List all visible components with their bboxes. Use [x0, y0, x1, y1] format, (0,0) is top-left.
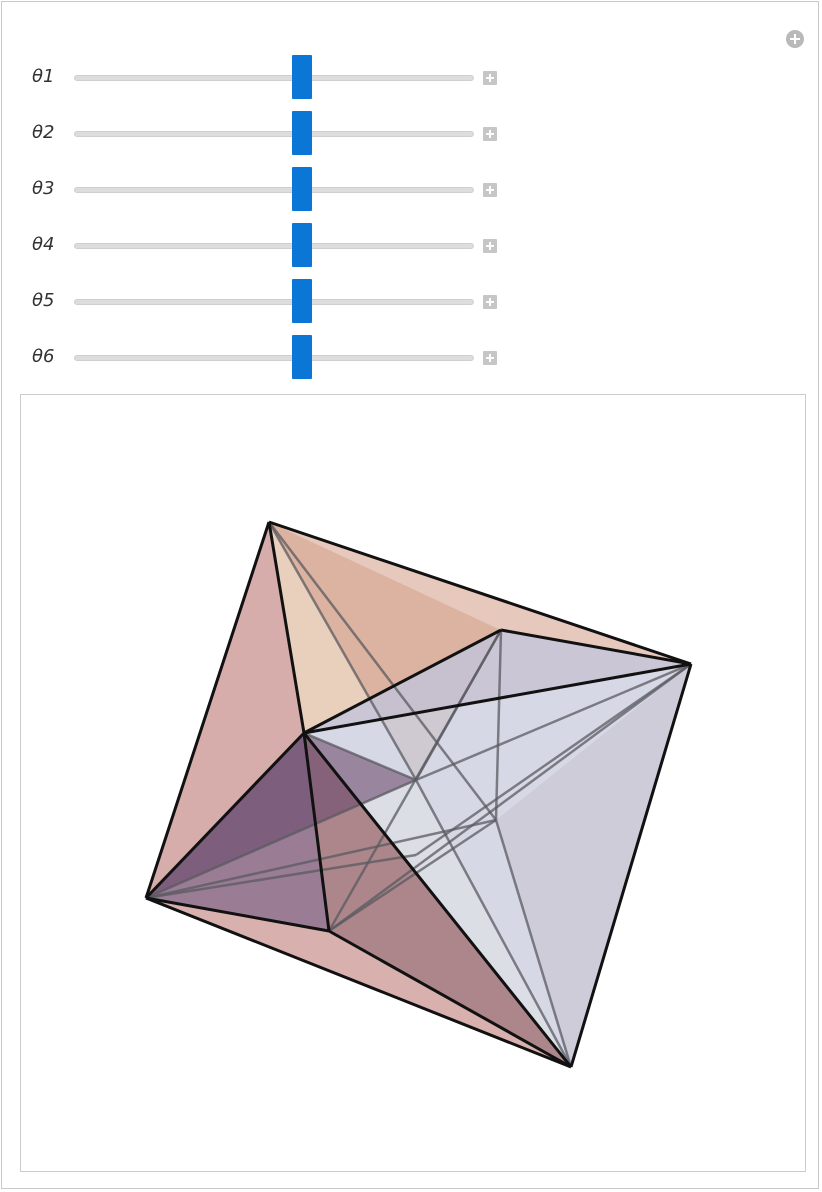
options-plus-circle-icon[interactable] — [786, 30, 804, 48]
slider-track-theta1[interactable] — [74, 75, 474, 81]
slider-label-theta3: θ3 — [32, 178, 55, 199]
expand-controls-plus-icon[interactable] — [483, 351, 497, 365]
expand-controls-plus-icon[interactable] — [483, 295, 497, 309]
slider-label-theta6: θ6 — [32, 346, 55, 367]
slider-thumb-theta6[interactable] — [292, 335, 312, 379]
slider-thumb-theta5[interactable] — [292, 279, 312, 323]
slider-track-theta6[interactable] — [74, 355, 474, 361]
expand-controls-plus-icon[interactable] — [483, 183, 497, 197]
slider-thumb-theta2[interactable] — [292, 111, 312, 155]
slider-row-theta2: θ2 — [2, 110, 522, 156]
slider-label-theta1: θ1 — [32, 66, 55, 87]
slider-thumb-theta1[interactable] — [292, 55, 312, 99]
slider-thumb-theta4[interactable] — [292, 223, 312, 267]
manipulate-panel: θ1 θ2 θ3 θ4 θ5 θ6 — [1, 1, 819, 1189]
graphics-3d-viewport[interactable] — [20, 394, 806, 1172]
slider-row-theta6: θ6 — [2, 334, 522, 380]
expand-controls-plus-icon[interactable] — [483, 71, 497, 85]
slider-row-theta3: θ3 — [2, 166, 522, 212]
slider-label-theta2: θ2 — [32, 122, 55, 143]
slider-track-theta5[interactable] — [74, 299, 474, 305]
slider-row-theta5: θ5 — [2, 278, 522, 324]
slider-label-theta4: θ4 — [32, 234, 55, 255]
expand-controls-plus-icon[interactable] — [483, 127, 497, 141]
slider-thumb-theta3[interactable] — [292, 167, 312, 211]
polyhedron-render[interactable] — [21, 395, 805, 1171]
slider-row-theta1: θ1 — [2, 54, 522, 100]
slider-row-theta4: θ4 — [2, 222, 522, 268]
expand-controls-plus-icon[interactable] — [483, 239, 497, 253]
slider-label-theta5: θ5 — [32, 290, 55, 311]
slider-track-theta3[interactable] — [74, 187, 474, 193]
slider-track-theta4[interactable] — [74, 243, 474, 249]
slider-track-theta2[interactable] — [74, 131, 474, 137]
